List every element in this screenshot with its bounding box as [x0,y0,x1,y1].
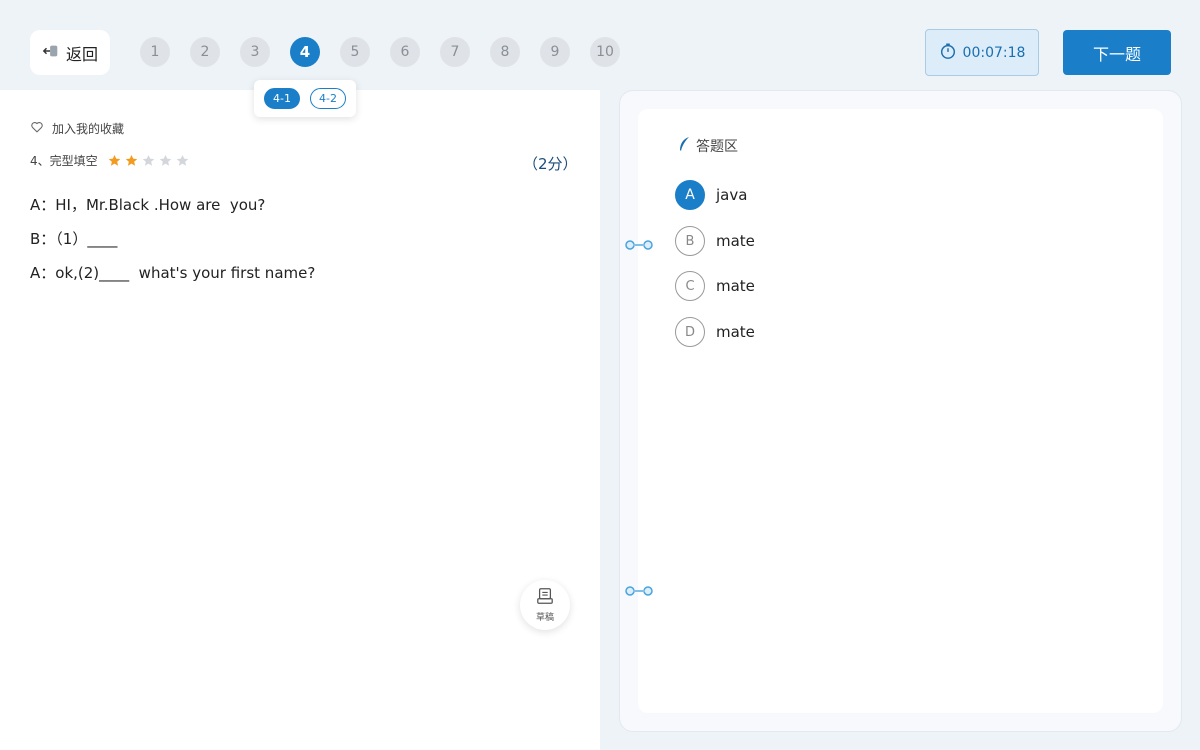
answer-area-title: 答题区 [678,136,738,156]
next-question-button[interactable]: 下一题 [1063,30,1171,75]
question-line-3: A：ok,(2)____ what's your first name? [30,264,316,282]
option-letter: C [675,271,705,301]
option-letter: A [675,180,705,210]
star-icon [125,154,137,166]
favorite-label: 加入我的收藏 [52,122,125,136]
draft-button[interactable]: 草稿 [520,580,570,630]
question-number-6[interactable]: 6 [390,37,420,67]
option-text: mate [716,277,755,295]
timer-value: 00:07:18 [962,44,1026,61]
binder-ring-icon [625,586,653,596]
star-icon [176,154,188,166]
answer-option-c[interactable]: C mate [675,271,755,301]
question-score: （2分） [523,155,578,173]
draft-label: 草稿 [535,613,554,623]
question-number-4[interactable]: 4 [290,37,320,67]
sub-question-4-2[interactable]: 4-2 [310,88,346,109]
answer-option-a[interactable]: A java [675,180,747,210]
question-number-1[interactable]: 1 [140,37,170,67]
heart-icon [30,120,44,137]
back-button[interactable]: 返回 [30,30,110,75]
notepad-icon [536,587,554,608]
option-letter: B [675,226,705,256]
question-number-9[interactable]: 9 [540,37,570,67]
answer-option-d[interactable]: D mate [675,317,755,347]
answer-area-label: 答题区 [696,139,738,155]
option-text: mate [716,232,755,250]
option-text: mate [716,323,755,341]
binder-ring-icon [625,240,653,250]
difficulty-stars [108,154,189,167]
sub-question-4-1[interactable]: 4-1 [264,88,300,109]
stopwatch-icon [939,42,957,64]
star-icon [142,154,154,166]
question-line-2: B：（1）____ [30,230,118,248]
star-icon [159,154,171,166]
add-favorite-button[interactable]: 加入我的收藏 [30,120,124,137]
back-label: 返回 [65,44,98,64]
question-number-5[interactable]: 5 [340,37,370,67]
option-text: java [716,186,748,204]
question-number-7[interactable]: 7 [440,37,470,67]
question-number-nav: 1 2 3 4 5 6 7 8 9 10 [140,37,620,67]
top-bar: 返回 1 2 3 4 5 6 7 8 9 10 00:07:18 下一题 [0,0,1200,90]
question-line-1: A：HI，Mr.Black .How are you? [30,196,266,214]
answer-option-b[interactable]: B mate [675,226,755,256]
back-icon [42,42,60,64]
option-letter: D [675,317,705,347]
sub-question-popover: 4-1 4-2 [254,80,356,117]
question-number-2[interactable]: 2 [190,37,220,67]
timer: 00:07:18 [925,29,1039,76]
question-panel: 加入我的收藏 4、完型填空 （2分） A：HI，Mr.Black .How ar… [0,90,600,750]
feather-icon [678,136,690,156]
question-type: 4、完型填空 [30,152,189,169]
question-type-label: 4、完型填空 [30,154,98,168]
question-number-8[interactable]: 8 [490,37,520,67]
question-number-3[interactable]: 3 [240,37,270,67]
star-icon [108,154,120,166]
question-number-10[interactable]: 10 [590,37,620,67]
